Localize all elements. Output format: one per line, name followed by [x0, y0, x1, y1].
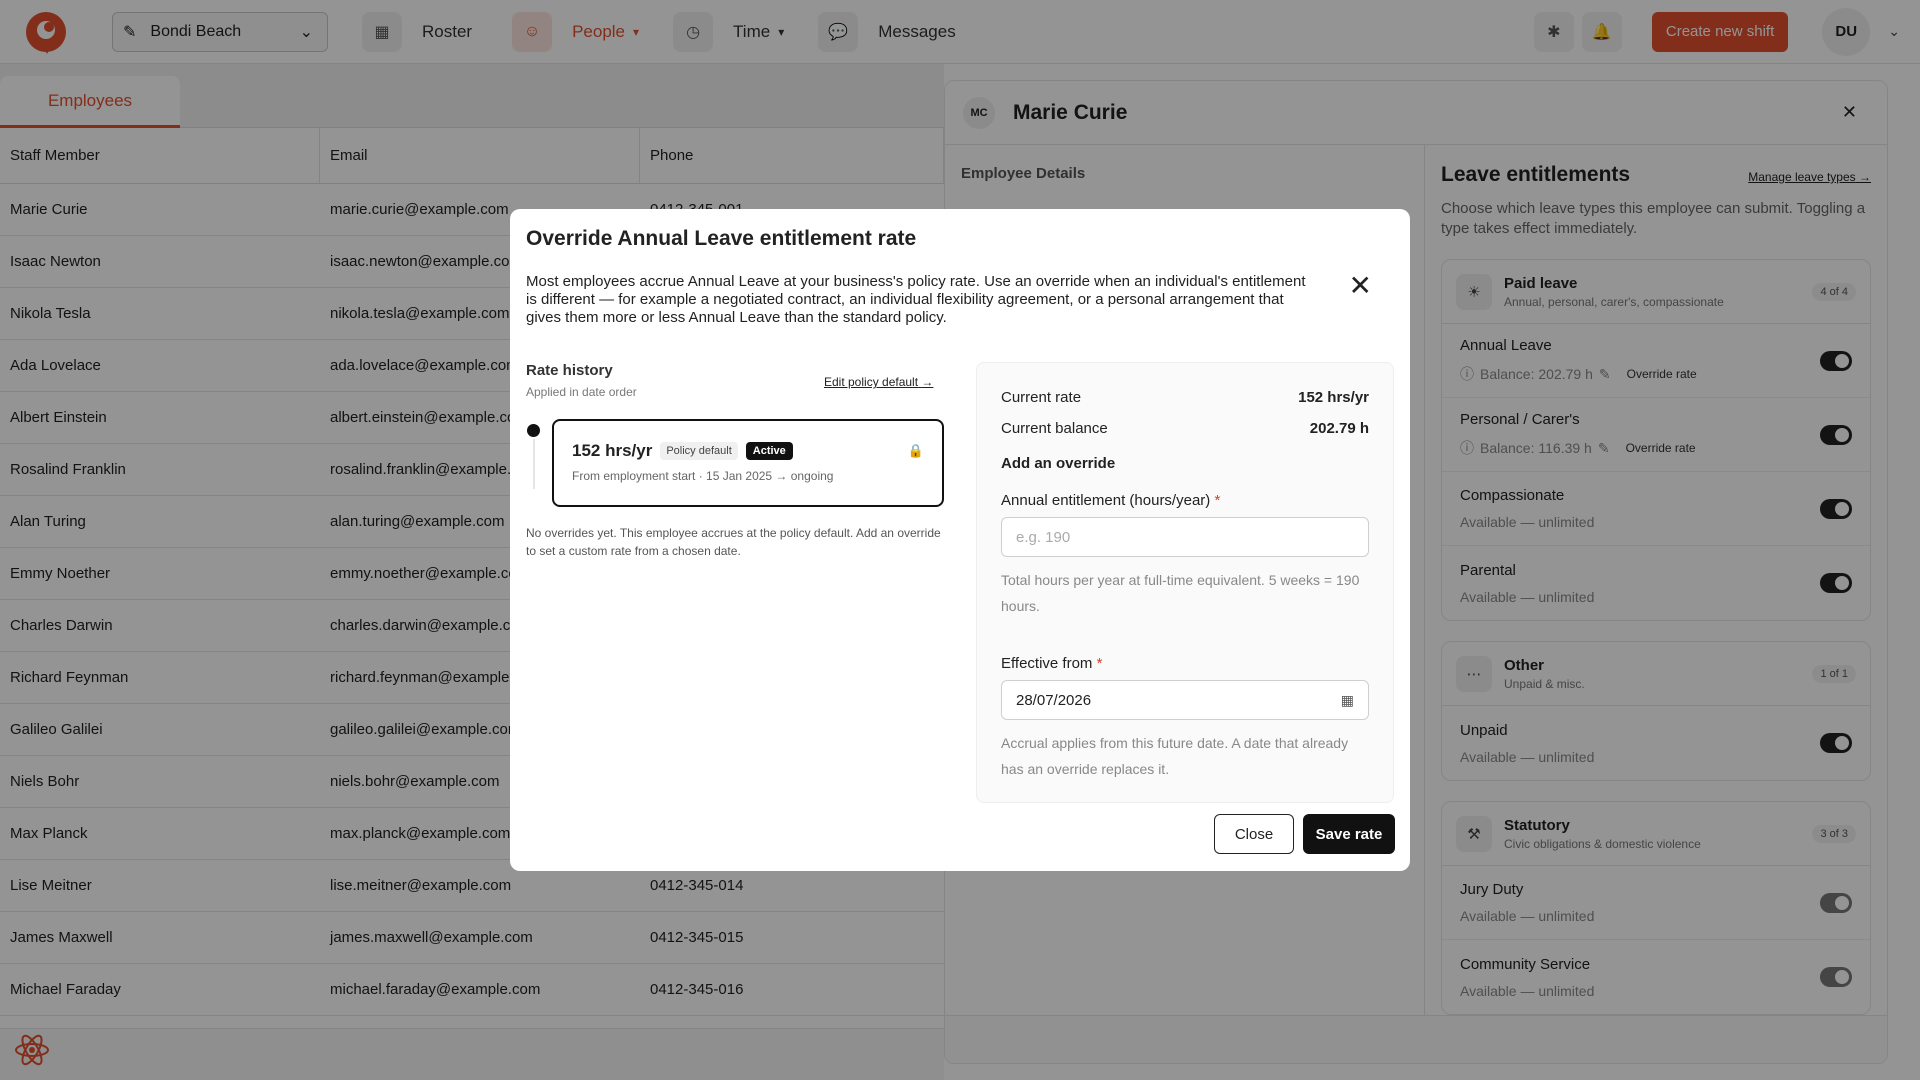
current-rate-value: 152 hrs/yr [1298, 389, 1369, 406]
current-balance-row: Current balance 202.79 h [1001, 420, 1369, 437]
override-rate-dialog: Override Annual Leave entitlement rate M… [510, 209, 1410, 871]
lock-icon: 🔒 [907, 443, 924, 458]
close-icon[interactable]: ✕ [1349, 269, 1372, 302]
entitlement-help: Total hours per year at full-time equiva… [1001, 572, 1360, 614]
effective-help: Accrual applies from this future date. A… [1001, 735, 1349, 777]
entitlement-input[interactable]: e.g. 190 [1001, 517, 1369, 557]
effective-label-text: Effective from [1001, 655, 1093, 672]
active-badge: Active [745, 442, 793, 460]
edit-policy-default-label: Edit policy default [824, 375, 919, 389]
no-overrides-message: No overrides yet. This employee accrues … [526, 526, 941, 558]
current-balance-label: Current balance [1001, 420, 1108, 437]
entitlement-field-group: Annual entitlement (hours/year) * e.g. 1… [1001, 492, 1369, 619]
calendar-icon[interactable]: ▦ [1341, 692, 1354, 709]
rate-date-range: From employment start · 15 Jan 2025 → on… [572, 469, 834, 483]
rate-history-heading: Rate history [526, 362, 613, 379]
override-form: Current rate 152 hrs/yr Current balance … [976, 362, 1394, 803]
entitlement-label-text: Annual entitlement (hours/year) [1001, 492, 1211, 509]
close-button[interactable]: Close [1214, 814, 1294, 854]
effective-field-group: Effective from * 28/07/2026 ▦ Accrual ap… [1001, 655, 1369, 782]
policy-default-badge: Policy default [660, 442, 738, 460]
required-marker: * [1214, 492, 1221, 509]
timeline-line [533, 439, 535, 489]
rate-value: 152 hrs/yr [572, 441, 653, 460]
add-override-heading: Add an override [1001, 455, 1116, 472]
edit-policy-default-link[interactable]: Edit policy default → [824, 375, 933, 389]
dialog-title: Override Annual Leave entitlement rate [526, 227, 917, 250]
entitlement-label: Annual entitlement (hours/year) * [1001, 492, 1369, 509]
current-rate-row: Current rate 152 hrs/yr [1001, 389, 1369, 406]
rate-history-entry: 152 hrs/yr Policy default Active 🔒 From … [552, 419, 944, 507]
required-marker: * [1096, 655, 1103, 672]
current-balance-value: 202.79 h [1309, 420, 1369, 437]
arrow-right-icon: → [921, 375, 934, 389]
effective-label: Effective from * [1001, 655, 1369, 672]
current-rate-label: Current rate [1001, 389, 1082, 406]
effective-date-value: 28/07/2026 [1016, 691, 1092, 709]
effective-date-input[interactable]: 28/07/2026 ▦ [1001, 680, 1369, 720]
timeline-dot [527, 424, 540, 437]
save-rate-button[interactable]: Save rate [1303, 814, 1395, 854]
entitlement-placeholder: e.g. 190 [1016, 528, 1071, 546]
rate-history-subtitle: Applied in date order [526, 385, 637, 399]
dialog-description: Most employees accrue Annual Leave at yo… [526, 273, 1306, 326]
